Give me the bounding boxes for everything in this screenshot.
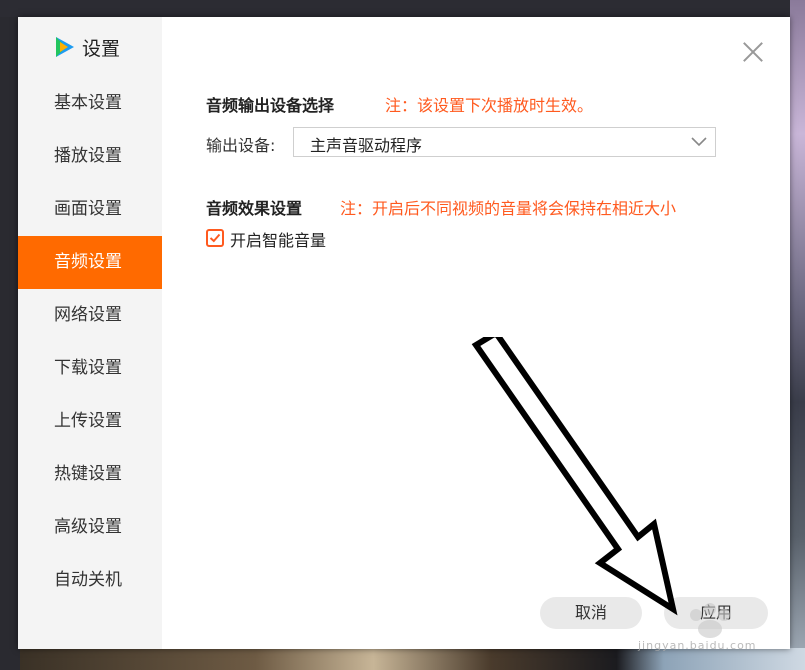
dialog-brand: 设置 (52, 35, 121, 60)
output-device-select[interactable]: 主声音驱动程序 (293, 127, 716, 157)
watermark-url: jingyan.baidu.com (638, 639, 757, 652)
output-device-value: 主声音驱动程序 (310, 136, 423, 155)
output-device-label: 输出设备: (206, 136, 276, 155)
close-icon[interactable] (742, 41, 764, 63)
cancel-button[interactable]: 取消 (540, 597, 642, 629)
apply-button[interactable]: 应用 (664, 597, 768, 629)
sidebar-item-hotkey[interactable]: 热键设置 (18, 448, 162, 501)
smart-volume-label[interactable]: 开启智能音量 (230, 227, 326, 251)
audio-output-title: 音频输出设备选择 (206, 96, 335, 115)
audio-output-note: 注：该设置下次播放时生效。 (385, 96, 594, 115)
sidebar-item-auto-shutdown[interactable]: 自动关机 (18, 554, 162, 607)
sidebar-item-download[interactable]: 下载设置 (18, 342, 162, 395)
background-top-strip (0, 0, 805, 17)
sidebar-item-basic[interactable]: 基本设置 (18, 77, 162, 130)
settings-sidebar: 设置 基本设置 播放设置 画面设置 音频设置 网络设置 下载设置 上传设置 热键… (18, 17, 162, 649)
sidebar-item-network[interactable]: 网络设置 (18, 289, 162, 342)
settings-nav: 基本设置 播放设置 画面设置 音频设置 网络设置 下载设置 上传设置 热键设置 … (18, 77, 162, 607)
dialog-title: 设置 (82, 37, 121, 60)
audio-effect-title: 音频效果设置 (206, 199, 303, 218)
sidebar-item-playback[interactable]: 播放设置 (18, 130, 162, 183)
sidebar-item-picture[interactable]: 画面设置 (18, 183, 162, 236)
sidebar-item-upload[interactable]: 上传设置 (18, 395, 162, 448)
smart-volume-checkbox[interactable] (206, 229, 224, 247)
chevron-down-icon (691, 137, 707, 147)
tencent-video-logo-icon (56, 37, 74, 57)
checkmark-icon (209, 233, 221, 243)
sidebar-item-audio[interactable]: 音频设置 (18, 236, 162, 289)
background-right-strip (790, 0, 805, 670)
annotation-arrow-icon (471, 337, 678, 616)
settings-dialog: 设置 基本设置 播放设置 画面设置 音频设置 网络设置 下载设置 上传设置 热键… (18, 17, 790, 652)
audio-effect-note: 注：开启后不同视频的音量将会保持在相近大小 (340, 199, 677, 218)
sidebar-item-advanced[interactable]: 高级设置 (18, 501, 162, 554)
